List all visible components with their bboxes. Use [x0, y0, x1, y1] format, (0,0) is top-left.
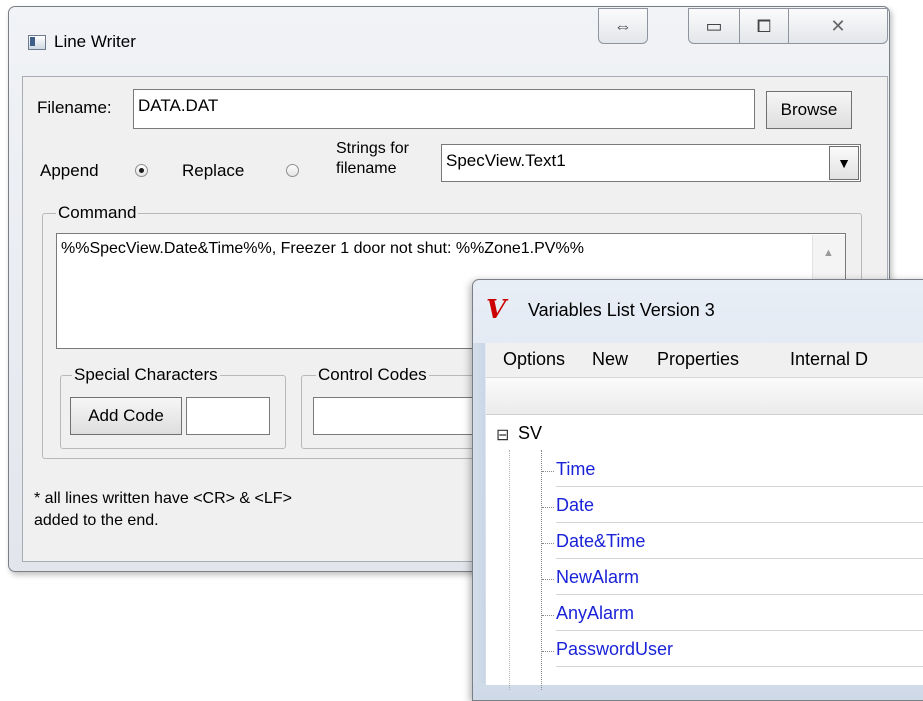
note-line-2: added to the end.: [34, 512, 159, 529]
special-code-input[interactable]: [186, 397, 270, 435]
add-code-button[interactable]: Add Code: [70, 397, 182, 435]
variables-window-title: Variables List Version 3: [528, 300, 715, 320]
tree-branch: [542, 615, 554, 616]
menu-bar: Options New Properties Internal D: [486, 343, 923, 378]
menu-options[interactable]: Options: [503, 349, 565, 370]
tree-connector-outer: [509, 450, 510, 690]
replace-radio[interactable]: [286, 164, 299, 177]
note-line-1: * all lines written have <CR> & <LF>: [34, 490, 292, 507]
close-icon: ✕: [830, 15, 846, 36]
scroll-up-icon: ▲: [823, 247, 834, 259]
maximize-button[interactable]: ⧠: [739, 8, 789, 44]
row-divider: [556, 486, 923, 487]
window-border: [473, 343, 485, 683]
toolbar: [486, 378, 923, 415]
tree-branch: [542, 579, 554, 580]
control-codes-select[interactable]: [313, 397, 493, 435]
dropdown-button[interactable]: ▼: [829, 146, 859, 180]
replace-label: Replace: [182, 161, 245, 180]
tree-connector: [541, 450, 542, 690]
menu-properties[interactable]: Properties: [657, 349, 739, 370]
filename-strings-label: filename: [336, 160, 397, 177]
command-group-label: Command: [56, 203, 139, 223]
tree-branch: [542, 651, 554, 652]
tree-item-passworduser[interactable]: PasswordUser: [556, 639, 673, 660]
close-button[interactable]: ✕: [788, 8, 888, 44]
variables-logo-icon: V: [486, 295, 507, 325]
filename-label: Filename:: [37, 98, 112, 117]
special-characters-label: Special Characters: [72, 365, 220, 385]
tree-item-date[interactable]: Date: [556, 495, 594, 516]
tree-branch: [542, 543, 554, 544]
minimize-icon: ▭: [705, 15, 723, 36]
tree-root-sv[interactable]: SV: [518, 423, 542, 444]
append-label: Append: [40, 161, 99, 180]
resize-icon: ⇔: [614, 15, 632, 36]
browse-button[interactable]: Browse: [766, 91, 852, 129]
row-divider: [556, 558, 923, 559]
strings-select-value: SpecView.Text1: [446, 151, 566, 170]
resize-button[interactable]: ⇔: [598, 8, 648, 44]
maximize-icon: ⧠: [756, 15, 772, 36]
variables-tree: ⊟ SV Time Date Date&Time NewAlarm AnyAla…: [486, 415, 923, 690]
tree-branch: [542, 507, 554, 508]
row-divider: [556, 666, 923, 667]
strings-for-label: Strings for: [336, 140, 409, 157]
tree-item-newalarm[interactable]: NewAlarm: [556, 567, 639, 588]
chevron-down-icon: ▼: [837, 155, 851, 171]
tree-branch: [542, 471, 554, 472]
tree-item-anyalarm[interactable]: AnyAlarm: [556, 603, 634, 624]
control-codes-label: Control Codes: [316, 365, 429, 385]
collapse-icon[interactable]: ⊟: [496, 425, 509, 445]
menu-internal[interactable]: Internal D: [790, 349, 868, 370]
minimize-button[interactable]: ▭: [688, 8, 740, 44]
row-divider: [556, 594, 923, 595]
window-title: Line Writer: [54, 32, 136, 51]
tree-item-date-time[interactable]: Date&Time: [556, 531, 645, 552]
strings-for-filename-select[interactable]: SpecView.Text1: [441, 144, 861, 182]
append-radio[interactable]: [135, 164, 148, 177]
menu-new[interactable]: New: [592, 349, 628, 370]
row-divider: [556, 522, 923, 523]
filename-input[interactable]: DATA.DAT: [133, 89, 755, 129]
tree-item-time[interactable]: Time: [556, 459, 595, 480]
row-divider: [556, 630, 923, 631]
app-icon: [28, 35, 46, 50]
